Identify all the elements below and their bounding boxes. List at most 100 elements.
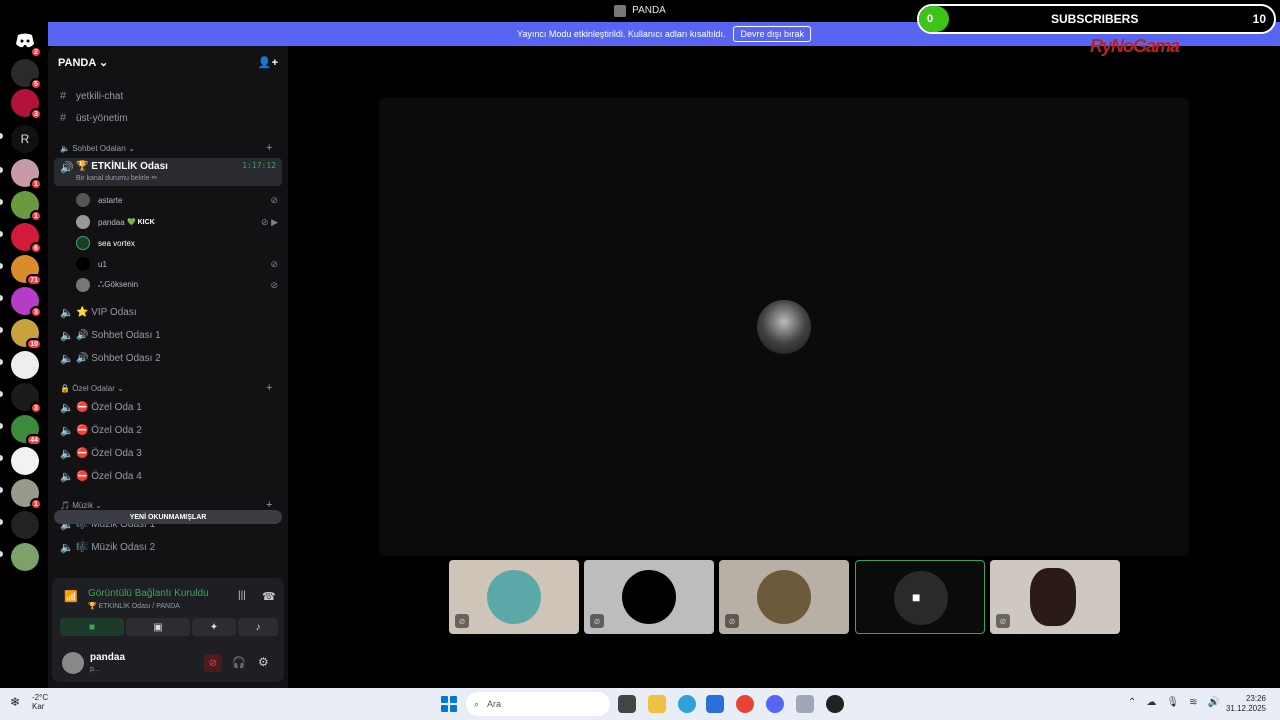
voice-channel[interactable]: 🔈 ⛔ Özel Oda 2 — [54, 420, 282, 440]
muted-mic-icon: ⊘ — [270, 194, 278, 205]
voice-member[interactable]: pandaa 💚 KICK ⊘ ▶ — [76, 212, 278, 232]
user-name: pandaa — [90, 652, 126, 663]
add-channel-icon[interactable]: + — [266, 142, 272, 154]
user-avatar[interactable] — [62, 652, 84, 674]
text-channel[interactable]: # yetkili-chat — [54, 86, 282, 106]
speaker-icon: 🔈 — [60, 401, 74, 414]
server-icon[interactable]: 3 — [11, 383, 42, 414]
voice-channel-active[interactable]: 🔊 🏆 ETKİNLİK Odası Bir kanal durumu beli… — [54, 158, 282, 186]
edge-browser-icon[interactable] — [678, 695, 696, 713]
task-view-icon[interactable] — [618, 695, 636, 713]
wifi-icon[interactable]: ≋ — [1189, 697, 1197, 708]
clock[interactable]: 23:26 31.12.2025 — [1226, 694, 1266, 714]
headphones-icon[interactable]: 🎧 — [232, 656, 246, 669]
category-header[interactable]: 🔈 Sohbet Odaları ⌄ + — [60, 142, 272, 154]
muted-mic-icon: ⊘ — [725, 614, 739, 628]
server-icon[interactable] — [11, 447, 39, 475]
unread-pip — [0, 133, 3, 139]
disconnect-icon[interactable]: ☎ — [262, 590, 276, 603]
discord-home-icon[interactable]: 2 — [11, 27, 42, 58]
connection-channel[interactable]: 🏆 ETKİNLİK Odası / PANDA — [88, 602, 180, 610]
disable-streamer-mode-button[interactable]: Devre dışı bırak — [733, 26, 811, 42]
server-icon[interactable] — [11, 543, 39, 571]
voice-member[interactable]: u1 ⊘ — [76, 254, 278, 274]
camera-button[interactable]: ■ — [60, 618, 124, 636]
channel-name: 🏆 ETKİNLİK Odası — [76, 161, 168, 172]
avatar — [76, 215, 90, 229]
server-icon[interactable]: 6 — [11, 223, 42, 254]
weather-location: Kar — [32, 702, 45, 711]
server-badge: 44 — [26, 434, 42, 446]
participant-tile-active[interactable]: ■ — [855, 560, 985, 634]
unread-pip — [0, 391, 3, 397]
noise-suppression-icon[interactable]: ||| — [238, 590, 246, 601]
server-icon[interactable]: 5 — [11, 59, 42, 90]
soundboard-icon: ♪ — [255, 621, 261, 633]
obs-icon[interactable] — [826, 695, 844, 713]
voice-channel[interactable]: 🔈 ⛔ Özel Oda 3 — [54, 443, 282, 463]
server-badge: 3 — [30, 402, 42, 414]
weather-widget[interactable]: ❄ -2°C Kar — [10, 693, 48, 711]
speaker-icon: 🔈 — [60, 541, 74, 554]
subscriber-count-left: 0 — [919, 6, 949, 32]
activities-button[interactable]: ✦ — [192, 618, 236, 636]
guild-header[interactable]: PANDA ⌄ 👤+ — [48, 46, 288, 78]
server-icon[interactable]: 1 — [11, 479, 42, 510]
network-icon[interactable]: ☁ — [1146, 697, 1156, 708]
new-unreads-pill[interactable]: YENİ OKUNMAMIŞLAR — [54, 510, 282, 524]
server-icon[interactable] — [11, 351, 39, 379]
server-icon[interactable]: 3 — [11, 89, 42, 120]
server-icon[interactable]: 1 — [11, 159, 42, 190]
participant-tile[interactable]: ⊘ — [449, 560, 579, 634]
microphone-icon[interactable]: 🎙 — [1166, 697, 1179, 708]
unread-pip — [0, 359, 3, 365]
unread-pip — [0, 231, 3, 237]
participant-tile[interactable]: ⊘ — [584, 560, 714, 634]
text-channel[interactable]: # üst-yönetim — [54, 108, 282, 128]
voice-channel[interactable]: 🔈 ⛔ Özel Oda 4 — [54, 466, 282, 486]
taskbar-search[interactable]: ⌕ Ara — [466, 692, 610, 716]
participant-tile[interactable]: ⊘ — [719, 560, 849, 634]
participant-tile[interactable]: ⊘ — [990, 560, 1120, 634]
server-icon-letter[interactable]: R — [11, 125, 39, 153]
settings-gear-icon[interactable]: ⚙ — [258, 655, 269, 669]
app-icon[interactable] — [796, 695, 814, 713]
chrome-icon[interactable] — [736, 695, 754, 713]
server-icon[interactable]: 71 — [11, 255, 42, 286]
category-header[interactable]: 🎵 Müzik ⌄ + — [60, 499, 272, 511]
voice-channel[interactable]: 🔈 🔊 Sohbet Odası 2 — [54, 348, 282, 368]
voice-channel[interactable]: 🔈 🎼 Müzik Odası 2 — [54, 537, 282, 557]
voice-channel[interactable]: 🔈 ⛔ Özel Oda 1 — [54, 397, 282, 417]
channel-name: 🎼 Müzik Odası 2 — [76, 541, 156, 553]
windows-start-icon[interactable] — [441, 696, 457, 712]
server-icon[interactable]: 3 — [11, 287, 42, 318]
voice-channel[interactable]: 🔈 ⭐ VIP Odası — [54, 302, 282, 322]
discord-taskbar-icon[interactable] — [766, 695, 784, 713]
weather-temp: -2°C — [32, 693, 49, 702]
server-icon[interactable]: 10 — [11, 319, 42, 350]
server-icon[interactable]: 1 — [11, 191, 42, 222]
voice-member[interactable]: ஃGöksenin ⊘ — [76, 275, 278, 295]
activities-icon: ✦ — [209, 621, 219, 633]
unread-pip — [0, 199, 3, 205]
store-icon[interactable] — [706, 695, 724, 713]
volume-icon[interactable]: 🔊 — [1207, 697, 1219, 708]
mute-mic-icon[interactable]: ⊘ — [204, 654, 222, 672]
server-badge: 1 — [30, 498, 42, 510]
channel-name: ⭐ VIP Odası — [76, 306, 137, 318]
channel-status: Bir kanal durumu belirle ✏ — [76, 175, 158, 182]
add-channel-icon[interactable]: + — [266, 382, 272, 394]
soundboard-button[interactable]: ♪ — [238, 618, 278, 636]
screen-share-button[interactable]: ▣ — [126, 618, 190, 636]
category-header[interactable]: 🔒 Özel Odalar ⌄ + — [60, 382, 272, 394]
voice-member[interactable]: astarte ⊘ — [76, 190, 278, 210]
voice-channel[interactable]: 🔈 🔊 Sohbet Odası 1 — [54, 325, 282, 345]
server-icon[interactable] — [11, 511, 39, 539]
file-explorer-icon[interactable] — [648, 695, 666, 713]
invite-people-icon[interactable]: 👤+ — [258, 56, 278, 69]
voice-member[interactable]: sea vortex — [76, 233, 278, 253]
channel-name: yetkili-chat — [76, 90, 124, 102]
chevron-up-icon[interactable]: ⌃ — [1128, 697, 1136, 708]
server-icon[interactable]: 44 — [11, 415, 42, 446]
system-tray[interactable]: ⌃ ☁ 🎙 ≋ 🔊 — [1128, 697, 1220, 708]
